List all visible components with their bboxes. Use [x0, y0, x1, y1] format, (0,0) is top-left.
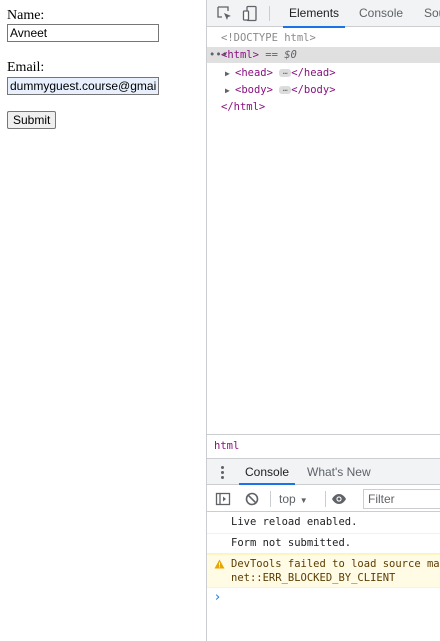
collapsed-ellipsis-icon[interactable]: … — [279, 85, 292, 94]
devtools-panel: Elements Console Sources <!DOCTYPE html>… — [206, 0, 440, 641]
expand-triangle-icon[interactable]: ▶ — [225, 83, 235, 99]
more-menu-icon[interactable] — [221, 466, 225, 480]
elements-tree: <!DOCTYPE html> ••• <html> == $0 ▶ <head>… — [207, 28, 440, 433]
tab-elements[interactable]: Elements — [282, 0, 346, 28]
clear-console-icon[interactable] — [244, 491, 260, 507]
expand-triangle-icon[interactable]: ▶ — [225, 66, 235, 82]
devtools-tab-bar: Elements Console Sources — [207, 0, 440, 28]
warning-icon — [214, 559, 225, 569]
body-node[interactable]: ▶ <body> … </body> — [225, 82, 336, 98]
console-message: Live reload enabled. — [207, 513, 440, 534]
context-selector[interactable]: top ▼ — [279, 491, 308, 507]
sidebar-toggle-icon[interactable] — [215, 491, 231, 507]
console-warning-message: DevTools failed to load source map net::… — [207, 554, 440, 588]
email-input[interactable] — [7, 77, 159, 95]
name-label: Name: — [7, 8, 45, 23]
console-message: Form not submitted. — [207, 534, 440, 554]
email-label: Email: — [7, 60, 45, 75]
drawer-tab-whats-new[interactable]: What's New — [307, 459, 371, 485]
device-toolbar-icon[interactable] — [242, 5, 259, 22]
console-messages: Live reload enabled. Form not submitted.… — [207, 513, 440, 641]
dropdown-caret-icon: ▼ — [299, 496, 308, 505]
toolbar-divider — [269, 6, 270, 21]
drawer-tab-console[interactable]: Console — [238, 459, 296, 485]
console-filter-input[interactable] — [363, 489, 440, 509]
inspect-element-icon[interactable] — [216, 5, 233, 22]
page-viewport: Name: Email: Submit — [0, 0, 206, 641]
doctype-node[interactable]: <!DOCTYPE html> — [221, 30, 316, 46]
toolbar-divider — [325, 491, 326, 507]
collapsed-ellipsis-icon[interactable]: … — [279, 68, 292, 77]
head-node[interactable]: ▶ <head> … </head> — [225, 65, 336, 81]
drawer-tab-bar: Console What's New — [207, 458, 440, 485]
breadcrumb-html[interactable]: html — [213, 440, 240, 452]
name-input[interactable] — [7, 24, 159, 42]
html-close-node[interactable]: </html> — [221, 99, 265, 115]
html-node-selected[interactable]: ••• <html> == $0 — [207, 47, 440, 63]
tab-console[interactable]: Console — [359, 0, 403, 27]
submit-button[interactable]: Submit — [7, 111, 57, 129]
console-toolbar: top ▼ — [207, 486, 440, 512]
tab-sources[interactable]: Sources — [424, 0, 440, 27]
breadcrumb: html — [207, 434, 440, 458]
eye-icon[interactable] — [331, 491, 347, 507]
toolbar-divider — [270, 491, 271, 507]
console-prompt[interactable]: › — [215, 590, 220, 605]
